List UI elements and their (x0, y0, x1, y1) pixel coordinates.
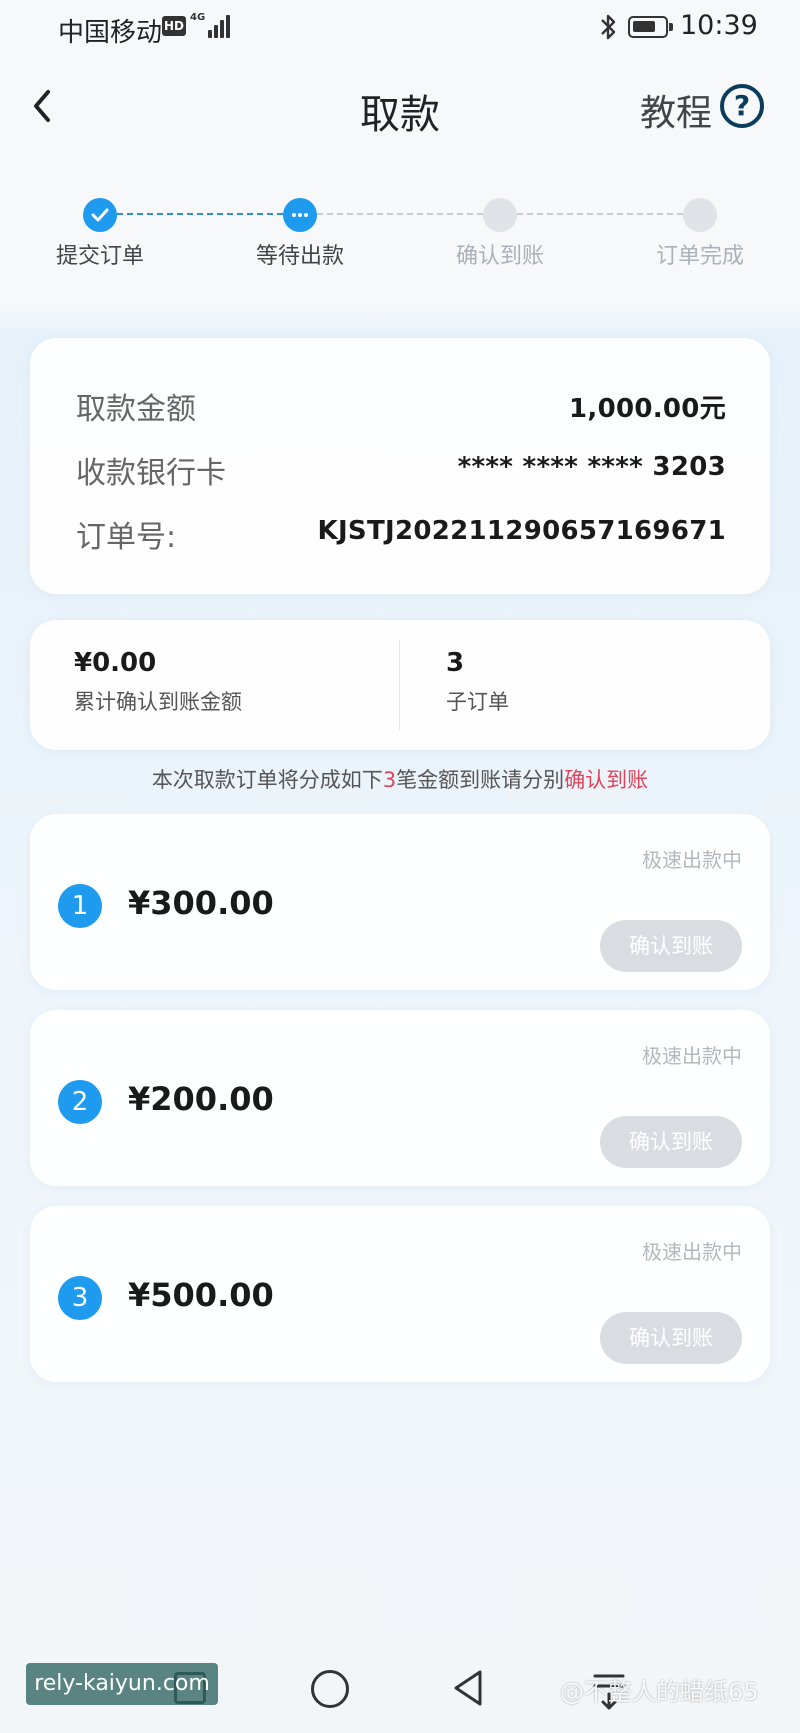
hd-badge: HD (162, 16, 186, 36)
sub-order-amount: ¥200.00 (128, 1080, 274, 1118)
tutorial-link[interactable]: 教程 (640, 84, 712, 136)
progress-stepper: 提交订单 等待出款 确认到账 订单完成 (0, 190, 800, 270)
info-label: 取款金额 (76, 392, 196, 427)
step-connector (517, 213, 683, 215)
battery-icon (628, 16, 673, 38)
step-inactive-dot (683, 198, 717, 232)
step-label: 提交订单 (55, 244, 144, 269)
sub-order-amount: ¥300.00 (128, 884, 274, 922)
confirm-received-button[interactable]: 确认到账 (600, 1116, 742, 1168)
split-notice: 本次取款订单将分成如下3笔金额到账请分别确认到账 (0, 764, 800, 794)
info-label: 收款银行卡 (76, 456, 226, 491)
watermark-author: @不整人的蜡纸65 (560, 1678, 759, 1706)
step-connector (317, 213, 483, 215)
notice-count: 3 (382, 768, 397, 792)
sub-order-status: 极速出款中 (642, 848, 742, 872)
header: 取款 教程 ? (0, 56, 800, 156)
step-done-icon (83, 198, 117, 232)
sub-order-label: 子订单 (446, 690, 509, 714)
step-label: 订单完成 (655, 244, 744, 269)
notice-prefix: 本次取款订单将分成如下 (151, 768, 383, 792)
sub-order-index: 3 (58, 1276, 102, 1320)
summary-card: ¥0.00 累计确认到账金额 3 子订单 (30, 620, 770, 750)
help-icon[interactable]: ? (720, 84, 764, 128)
info-value: **** **** **** 3203 (457, 452, 726, 482)
sub-order-status: 极速出款中 (642, 1044, 742, 1068)
watermark-url: rely-kaiyun.com (26, 1663, 218, 1705)
step-inactive-dot (483, 198, 517, 232)
sub-order-status: 极速出款中 (642, 1240, 742, 1264)
confirm-received-button[interactable]: 确认到账 (600, 1312, 742, 1364)
status-bar: 中国移动 HD 4G 10:39 (0, 0, 800, 56)
clock: 10:39 (680, 10, 758, 41)
sub-order-count: 3 (446, 648, 465, 678)
signal-icon (208, 14, 232, 38)
confirmed-amount-label: 累计确认到账金额 (74, 690, 242, 714)
bluetooth-icon (598, 12, 620, 42)
step-pending-dots-icon (283, 198, 317, 232)
notice-middle: 笔金额到账请分别 (396, 768, 565, 792)
step-label: 等待出款 (255, 244, 344, 269)
sub-order-card: 2 ¥200.00 极速出款中 确认到账 (30, 1010, 770, 1186)
notice-highlight: 确认到账 (564, 768, 649, 792)
sub-order-index: 1 (58, 884, 102, 928)
sub-order-index: 2 (58, 1080, 102, 1124)
sub-order-amount: ¥500.00 (128, 1276, 274, 1314)
step-connector (117, 213, 283, 215)
summary-divider (399, 640, 400, 730)
info-label: 订单号: (76, 520, 177, 555)
confirm-received-button[interactable]: 确认到账 (600, 920, 742, 972)
info-value: KJSTJ202211290657169671 (317, 516, 726, 546)
bank-card-row: 收款银行卡 **** **** **** 3203 (76, 448, 726, 498)
withdraw-amount-row: 取款金额 1,000.00元 (76, 384, 726, 434)
step-label: 确认到账 (455, 244, 544, 269)
home-icon[interactable] (311, 1670, 349, 1708)
network-badge: 4G (190, 12, 206, 23)
order-number-row: 订单号: KJSTJ202211290657169671 (76, 512, 726, 562)
confirmed-amount: ¥0.00 (74, 648, 157, 678)
carrier-name: 中国移动 (58, 18, 163, 48)
nav-back-icon[interactable] (450, 1668, 486, 1708)
order-info-card: 取款金额 1,000.00元 收款银行卡 **** **** **** 3203… (30, 338, 770, 594)
info-value: 1,000.00元 (569, 394, 726, 424)
sub-order-card: 3 ¥500.00 极速出款中 确认到账 (30, 1206, 770, 1382)
sub-order-card: 1 ¥300.00 极速出款中 确认到账 (30, 814, 770, 990)
